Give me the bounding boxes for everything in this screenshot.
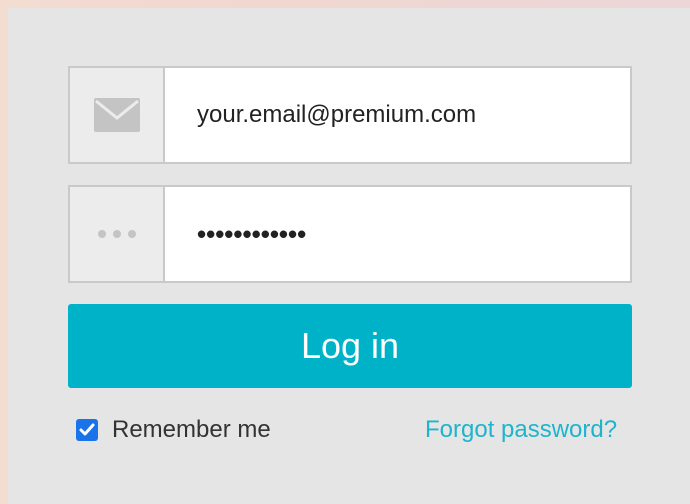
checkmark-icon	[79, 423, 95, 436]
password-field[interactable]: ••••••••••••	[68, 185, 632, 283]
dots-icon	[97, 230, 136, 238]
password-addon	[70, 187, 165, 281]
email-addon	[70, 68, 165, 162]
email-input[interactable]: your.email@premium.com	[165, 68, 630, 162]
email-field[interactable]: your.email@premium.com	[68, 66, 632, 164]
forgot-password-link[interactable]: Forgot password?	[425, 416, 617, 444]
remember-me-label: Remember me	[112, 416, 271, 443]
remember-me-checkbox[interactable]	[76, 419, 98, 441]
envelope-icon	[93, 98, 140, 132]
remember-me[interactable]: Remember me	[76, 416, 271, 444]
login-panel: your.email@premium.com •••••••••••• Log …	[8, 8, 690, 504]
password-input[interactable]: ••••••••••••	[165, 187, 630, 281]
login-button[interactable]: Log in	[68, 304, 632, 388]
